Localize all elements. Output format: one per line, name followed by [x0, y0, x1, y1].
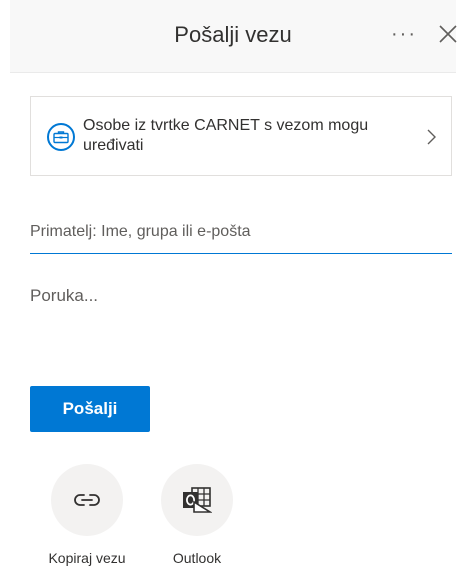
- briefcase-icon: [47, 123, 75, 151]
- message-field[interactable]: [30, 286, 452, 316]
- outlook-label: Outlook: [172, 550, 222, 566]
- link-permission-text: Osobe iz tvrtke CARNET s vezom mogu uređ…: [83, 117, 369, 154]
- copy-link-option[interactable]: Kopiraj vezu: [37, 464, 137, 566]
- close-button[interactable]: [430, 16, 466, 52]
- copy-link-label: Kopiraj vezu: [48, 550, 126, 566]
- outlook-option[interactable]: Outlook: [147, 464, 247, 566]
- link-settings-button[interactable]: Osobe iz tvrtke CARNET s vezom mogu uređ…: [30, 96, 452, 176]
- chevron-right-icon: [421, 125, 441, 149]
- link-icon: [74, 494, 100, 506]
- outlook-icon: [183, 487, 212, 513]
- more-horizontal-icon: ···: [391, 22, 417, 45]
- close-icon: [439, 25, 457, 43]
- copy-link-button[interactable]: [51, 464, 123, 536]
- dialog-header: Pošalji vezu ···: [10, 0, 457, 73]
- recipient-input[interactable]: [30, 210, 452, 254]
- outlook-button[interactable]: [161, 464, 233, 536]
- send-button[interactable]: Pošalji: [30, 386, 150, 432]
- more-options-button[interactable]: ···: [384, 14, 424, 54]
